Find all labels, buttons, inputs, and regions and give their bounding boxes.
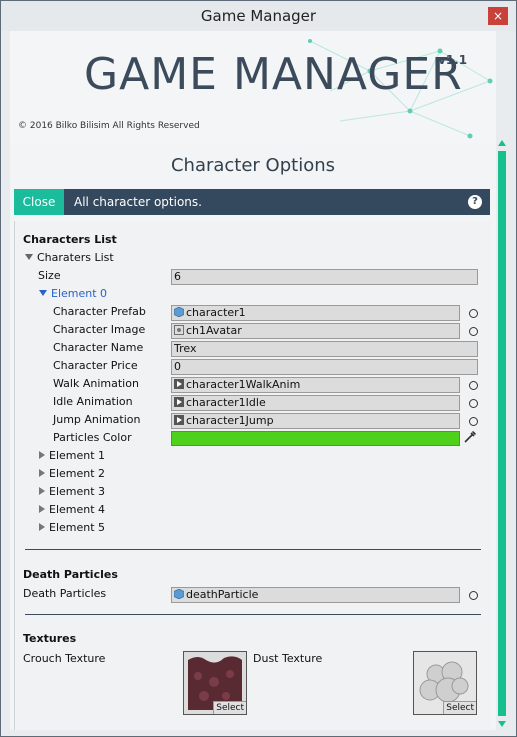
dust-select-button[interactable]: Select [443,701,476,714]
jump-animation-label: Jump Animation [53,413,141,426]
scrollbar-thumb[interactable] [498,151,506,716]
crouch-select-button[interactable]: Select [213,701,246,714]
foldout-collapsed-icon [39,523,45,531]
window-close-button[interactable]: × [488,7,508,25]
death-particles-label: Death Particles [23,587,107,600]
object-picker-icon[interactable] [469,327,478,336]
element-3-foldout[interactable]: Element 3 [39,484,105,500]
animation-clip-icon [174,415,184,425]
character-price-label: Character Price [53,359,138,372]
character-image-label: Character Image [53,323,146,336]
textures-heading: Textures [23,632,77,645]
scroll-up-icon[interactable] [496,137,508,149]
section-divider [25,614,481,615]
foldout-collapsed-icon [39,469,45,477]
element-label: Element 2 [49,467,106,480]
particles-color-swatch[interactable] [171,431,460,446]
dust-texture-slot[interactable]: Select [413,651,477,715]
element-0-label: Element 0 [51,287,108,300]
element-label: Element 5 [49,521,106,534]
toolbar-description: All character options. [74,195,202,209]
game-manager-window: Game Manager × GAME MANAGER v1.1 © 2016 … [0,0,517,737]
element-5-foldout[interactable]: Element 5 [39,520,105,536]
character-name-label: Character Name [53,341,144,354]
particles-color-label: Particles Color [53,431,132,444]
prefab-cube-icon [174,589,184,599]
page-title: Character Options [170,155,336,176]
size-label: Size [38,269,61,282]
idle-animation-field[interactable]: character1Idle [171,395,460,411]
characters-list-heading: Characters List [23,233,117,246]
character-price-field[interactable]: 0 [171,359,478,375]
jump-animation-field[interactable]: character1Jump [171,413,460,429]
crouch-texture-slot[interactable]: Select [183,651,247,715]
element-label: Element 4 [49,503,106,516]
death-particles-heading: Death Particles [23,568,118,581]
character-prefab-field[interactable]: character1 [171,305,460,321]
character-prefab-label: Character Prefab [53,305,146,318]
element-1-foldout[interactable]: Element 1 [39,448,105,464]
copyright-text: © 2016 Bilko Bilisim All Rights Reserved [18,121,200,131]
header-banner: GAME MANAGER v1.1 © 2016 Bilko Bilisim A… [10,31,496,143]
foldout-expanded-icon [25,254,33,260]
death-particles-value: deathParticle [186,588,259,601]
close-button[interactable]: Close [14,189,64,215]
foldout-collapsed-icon [39,487,45,495]
animation-clip-icon [174,397,184,407]
crouch-texture-label: Crouch Texture [23,652,106,665]
character-prefab-value: character1 [186,306,246,319]
object-picker-icon[interactable] [469,381,478,390]
object-picker-icon[interactable] [469,417,478,426]
window-title: Game Manager [200,7,317,25]
foldout-expanded-icon [39,290,47,296]
scroll-down-icon[interactable] [496,718,508,730]
element-label: Element 1 [49,449,106,462]
character-image-value: ch1Avatar [186,324,242,337]
foldout-collapsed-icon [39,451,45,459]
vertical-scrollbar[interactable] [496,137,508,730]
size-field[interactable]: 6 [171,269,478,285]
help-icon[interactable]: ? [468,195,482,209]
foldout-collapsed-icon [39,505,45,513]
element-0-foldout[interactable]: Element 0 [39,286,107,302]
animation-clip-icon [174,379,184,389]
element-4-foldout[interactable]: Element 4 [39,502,105,518]
walk-animation-value: character1WalkAnim [186,378,301,391]
version-label: v1.1 [438,53,468,67]
character-options-panel: Characters List Charaters List Size 6 El… [14,221,491,730]
walk-animation-label: Walk Animation [53,377,139,390]
sprite-icon [174,325,184,335]
idle-animation-label: Idle Animation [53,395,133,408]
inspector-scroll-area: GAME MANAGER v1.1 © 2016 Bilko Bilisim A… [10,31,496,730]
walk-animation-field[interactable]: character1WalkAnim [171,377,460,393]
character-name-field[interactable]: Trex [171,341,478,357]
object-picker-icon[interactable] [469,309,478,318]
element-2-foldout[interactable]: Element 2 [39,466,105,482]
death-particles-field[interactable]: deathParticle [171,587,460,603]
object-picker-icon[interactable] [469,399,478,408]
eyedropper-icon[interactable] [463,429,478,444]
idle-animation-value: character1Idle [186,396,266,409]
options-toolbar: Close All character options. ? [14,189,490,215]
title-bar: Game Manager × [1,1,516,31]
charaters-list-label: Charaters List [37,251,114,264]
dust-texture-label: Dust Texture [253,652,323,665]
game-manager-logo: GAME MANAGER [84,49,463,100]
prefab-cube-icon [174,307,184,317]
jump-animation-value: character1Jump [186,414,274,427]
charaters-list-foldout[interactable]: Charaters List [25,250,114,266]
element-label: Element 3 [49,485,106,498]
character-image-field[interactable]: ch1Avatar [171,323,460,339]
object-picker-icon[interactable] [469,591,478,600]
section-divider [25,549,481,550]
